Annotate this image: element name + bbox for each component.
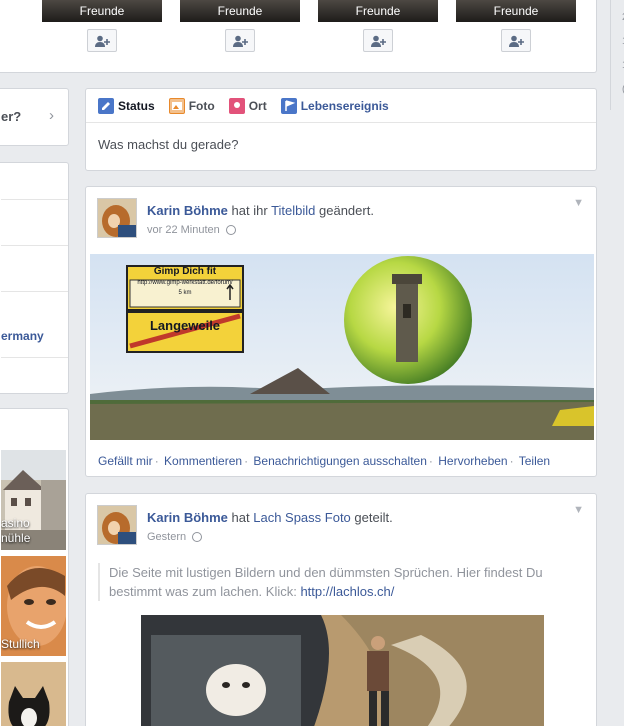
external-link[interactable]: http://lachlos.ch/ [300,584,394,599]
globe-icon [192,532,203,542]
divider [1,291,68,292]
author-name[interactable]: Karin Böhme [147,203,228,218]
feed-post: Karin Böhme hat Lach Spass Foto geteilt.… [85,493,597,726]
add-friend-button[interactable] [363,29,393,52]
photo-caption: asino nühle [1,516,31,545]
divider [1,199,68,200]
composer-tabs: Status Foto Ort Lebensereignis [86,89,596,123]
friend-photo[interactable]: asino nühle [1,450,66,550]
suggestion-photo[interactable]: Freunde [42,0,162,22]
suggestion-photo[interactable]: Freunde [456,0,576,22]
share-link[interactable]: Teilen [519,454,550,468]
like-link[interactable]: Gefällt mir [98,454,153,468]
suggestion-photo[interactable]: Freunde [318,0,438,22]
friend-suggestions: Freunde Freunde Freunde Freunde [0,0,597,73]
left-prompt-card[interactable]: er? › [0,88,69,146]
avatar[interactable] [97,505,137,545]
add-friend-button[interactable] [225,29,255,52]
photo-icon [168,97,185,114]
right-column-fragment: 2 1 1 ( [604,0,624,726]
timestamp[interactable]: Gestern [147,531,186,543]
feed-post: Karin Böhme hat ihr Titelbild geändert. … [85,186,597,477]
add-friend-icon [509,35,524,47]
status-input[interactable]: Was machst du gerade? [86,123,596,166]
comment-link[interactable]: Kommentieren [164,454,242,468]
divider [1,245,68,246]
left-info-card: ermany [0,162,69,394]
tab-label: Foto [188,98,215,113]
country-link[interactable]: ermany [1,329,44,343]
page-link[interactable]: Lach Spass Foto [253,510,351,525]
avatar[interactable] [97,198,137,238]
sign-url: http://www.gimp-werkstatt.de/forum/ [137,280,233,286]
tab-photo[interactable]: Foto [168,97,215,114]
action-text: hat [231,510,250,525]
tab-label: Lebensereignis [300,98,389,113]
suggestion-label: Freunde [493,4,539,18]
shared-description: Die Seite mit lustigen Bildern und den d… [98,563,588,601]
post-title: Karin Böhme hat ihr Titelbild geändert. [147,203,567,218]
add-friend-icon [95,35,110,47]
add-friend-icon [371,35,386,47]
chevron-down-icon[interactable]: ▼ [573,197,584,209]
post-title: Karin Böhme hat Lach Spass Foto geteilt. [147,510,567,525]
suggestion-label: Freunde [79,4,125,18]
action-text: geändert. [319,203,374,218]
globe-icon [225,225,236,235]
cover-photo[interactable]: Gimp Dich fit http://www.gimp-werkstatt.… [90,254,594,440]
post-actions: Gefällt mir · Kommentieren · Benachrichtig… [98,454,551,468]
cover-photo-link[interactable]: Titelbild [271,203,315,218]
tab-life-event[interactable]: Lebensereignis [280,97,389,114]
notifications-off-link[interactable]: Benachrichtigungen ausschalten [253,454,426,468]
sign-title: Gimp Dich fit [153,266,217,277]
divider [1,357,68,358]
action-text: hat ihr [231,203,268,218]
divider [610,0,611,110]
suggestion-label: Freunde [217,4,263,18]
add-friend-icon [233,35,248,47]
timestamp[interactable]: vor 22 Minuten [147,224,220,236]
post-meta: Gestern [147,531,347,543]
add-friend-button[interactable] [501,29,531,52]
highlight-link[interactable]: Hervorheben [438,454,507,468]
suggestion-label: Freunde [355,4,401,18]
suggestion-photo[interactable]: Freunde [180,0,300,22]
post-meta: vor 22 Minuten [147,224,347,236]
status-composer: Status Foto Ort Lebensereignis Was machs… [85,88,597,171]
cat-photo [1,662,66,726]
action-text: geteilt. [354,510,393,525]
tab-label: Status [118,98,155,113]
left-photos-card: asino nühle Stullich [0,408,69,726]
tab-label: Ort [248,98,267,113]
chevron-right-icon: › [49,107,54,124]
shared-photo[interactable] [141,615,544,726]
location-pin-icon [228,97,245,114]
photo-caption: Stullich [1,637,40,651]
chevron-down-icon[interactable]: ▼ [573,504,584,516]
tab-location[interactable]: Ort [228,97,267,114]
add-friend-button[interactable] [87,29,117,52]
flag-icon [280,97,297,114]
prompt-text: er? [1,109,22,124]
sign-distance: 5 km [178,290,192,296]
friend-photo[interactable]: Stullich [1,556,66,656]
pencil-icon [98,97,114,114]
friend-photo[interactable] [1,662,66,726]
author-name[interactable]: Karin Böhme [147,510,228,525]
tab-status[interactable]: Status [98,97,155,114]
sign-town: Langeweile [149,318,221,333]
